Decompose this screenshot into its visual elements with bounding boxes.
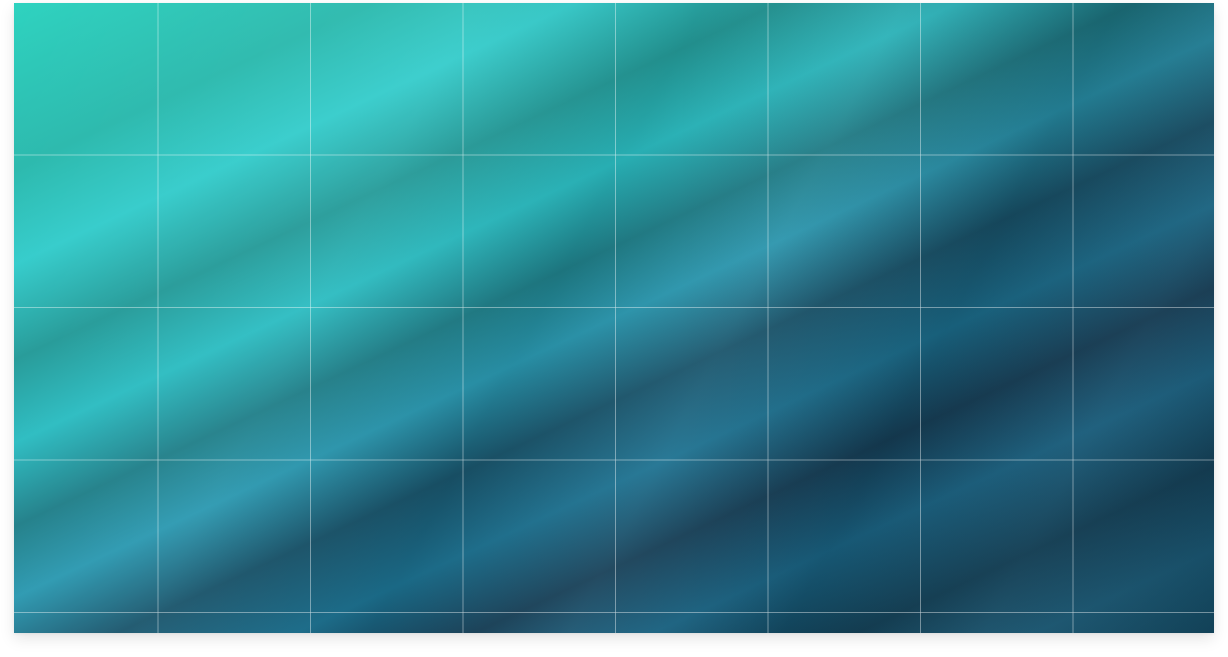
page-background — [0, 0, 1228, 657]
grid-overlay — [14, 3, 1214, 633]
gradient-grid-image — [14, 3, 1214, 633]
